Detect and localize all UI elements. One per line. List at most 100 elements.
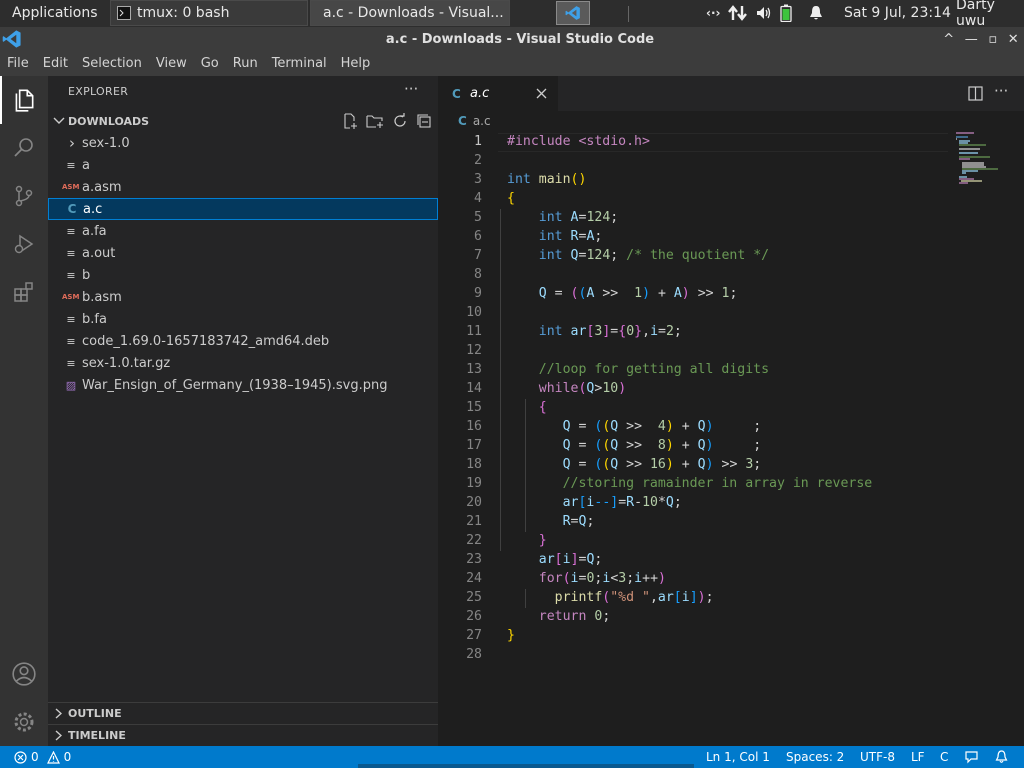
minimize-button[interactable]: — (965, 32, 978, 47)
menu-go[interactable]: Go (194, 56, 226, 71)
code-token: } (634, 324, 643, 339)
code-line[interactable]: Q = ((Q >> 8) + Q) ; (507, 438, 762, 453)
encoding[interactable]: UTF-8 (860, 746, 895, 768)
explorer-activity-button[interactable] (0, 76, 48, 124)
clock[interactable]: Sat 9 Jul, 23:14 (844, 0, 951, 26)
user-menu[interactable]: Darty uwu (956, 0, 1024, 29)
taskbar-window-vscode[interactable]: a.c - Downloads - Visual... (310, 0, 510, 26)
menu-view[interactable]: View (149, 56, 194, 71)
indentation[interactable]: Spaces: 2 (786, 746, 844, 768)
new-file-icon[interactable] (342, 113, 358, 129)
menu-selection[interactable]: Selection (75, 56, 149, 71)
cursor-position[interactable]: Ln 1, Col 1 (706, 746, 770, 768)
menu-terminal[interactable]: Terminal (265, 56, 334, 71)
network-updown-icon[interactable] (728, 5, 748, 21)
code-line[interactable]: #include <stdio.h> (507, 134, 650, 149)
menu-run[interactable]: Run (226, 56, 265, 71)
source-control-activity-button[interactable] (0, 172, 48, 220)
code-line[interactable]: int A=124; (507, 210, 618, 225)
code-line[interactable]: return 0; (507, 609, 611, 624)
menu-edit[interactable]: Edit (36, 56, 75, 71)
tree-item-file[interactable]: ≡ code_1.69.0-1657183742_amd64.deb (48, 330, 438, 352)
code-line[interactable]: //loop for getting all digits (507, 362, 769, 377)
code-line[interactable]: for(i=0;i<3;i++) (507, 571, 666, 586)
network-arrows-icon[interactable]: ‹·› (706, 6, 720, 20)
code-area[interactable]: 1 #include <stdio.h> 2 3 int main() 4{5 int A… (438, 133, 958, 743)
run-debug-activity-button[interactable] (0, 220, 48, 268)
outline-section-header[interactable]: OUTLINE (48, 702, 438, 724)
timeline-section-header[interactable]: TIMELINE (48, 724, 438, 746)
tree-item-file[interactable]: ≡ b (48, 264, 438, 286)
tree-item-file[interactable]: ASM a.asm (48, 176, 438, 198)
code-line[interactable]: Q = ((A >> 1) + A) >> 1; (507, 286, 738, 301)
tree-item-file[interactable]: ≡ a.out (48, 242, 438, 264)
code-token: ; (705, 590, 714, 605)
problems-indicator[interactable]: 0 0 (14, 746, 71, 768)
code-line[interactable]: //storing ramainder in array in reverse (507, 476, 873, 491)
menu-file[interactable]: File (0, 56, 36, 71)
code-line[interactable]: ar[i--]=R-10*Q; (507, 495, 682, 510)
code-editor[interactable]: C a.c 1 #include <stdio.h> 2 3 int main() 4{5… (438, 111, 1024, 746)
notifications-bell-icon[interactable] (995, 750, 1008, 764)
tree-item-file[interactable]: ASM b.asm (48, 286, 438, 308)
accounts-activity-button[interactable] (0, 650, 48, 698)
collapse-all-icon[interactable] (416, 113, 432, 129)
keep-above-button[interactable]: ^ (943, 32, 954, 47)
taskbar-window-tmux[interactable]: tmux: 0 bash (110, 0, 308, 26)
minimap[interactable] (954, 131, 1008, 191)
battery-icon[interactable] (780, 4, 793, 22)
window-titlebar[interactable]: a.c - Downloads - Visual Studio Code ^ —… (0, 27, 1024, 51)
code-line[interactable]: int main() (507, 172, 586, 187)
close-tab-icon[interactable] (536, 88, 547, 99)
tree-item-file[interactable]: ≡ a.fa (48, 220, 438, 242)
feedback-icon[interactable] (964, 750, 979, 764)
code-token: >> (713, 457, 746, 472)
code-line[interactable]: while(Q>10) (507, 381, 626, 396)
applications-menu[interactable]: Applications ⋮ (0, 0, 108, 26)
tree-item-file[interactable]: ≡ sex-1.0.tar.gz (48, 352, 438, 374)
code-line[interactable]: } (507, 628, 515, 643)
explorer-more-actions-button[interactable]: ··· (404, 80, 418, 98)
line-number: 19 (466, 476, 482, 491)
language-mode[interactable]: C (940, 746, 948, 768)
notifications-bell-icon[interactable] (808, 5, 824, 21)
tree-item-file[interactable]: ▨ War_Ensign_of_Germany_(1938–1945).svg.… (48, 374, 438, 396)
horizontal-scrollbar[interactable] (358, 764, 694, 768)
code-line[interactable]: { (507, 400, 547, 415)
maximize-button[interactable]: ▫ (988, 32, 997, 47)
tree-item-file-selected[interactable]: C a.c (48, 198, 438, 220)
code-line[interactable]: ar[i]=Q; (507, 552, 603, 567)
tree-item-folder[interactable]: › sex-1.0 (48, 132, 438, 154)
search-activity-button[interactable] (0, 124, 48, 172)
tree-item-file[interactable]: ≡ b.fa (48, 308, 438, 330)
folder-header-downloads[interactable]: DOWNLOADS (48, 110, 438, 132)
code-line[interactable]: Q = ((Q >> 4) + Q) ; (507, 419, 762, 434)
close-window-button[interactable]: ✕ (1008, 32, 1019, 47)
code-line[interactable]: R=Q; (507, 514, 595, 529)
code-line[interactable]: int R=A; (507, 229, 603, 244)
code-token: ar (562, 495, 579, 510)
manage-activity-button[interactable] (0, 698, 48, 746)
tree-item-file[interactable]: ≡ a (48, 154, 438, 176)
editor-more-actions-button[interactable]: ··· (994, 82, 1008, 100)
code-line[interactable]: int Q=124; /* the quotient */ (507, 248, 769, 263)
code-line[interactable]: Q = ((Q >> 16) + Q) >> 3; (507, 457, 762, 472)
extensions-activity-button[interactable] (0, 268, 48, 316)
code-line[interactable]: int ar[3]={0},i=2; (507, 324, 682, 339)
code-line[interactable]: printf("%d ",ar[i]); (507, 590, 714, 605)
menu-help[interactable]: Help (334, 56, 378, 71)
volume-icon[interactable] (756, 5, 772, 21)
end-of-line[interactable]: LF (911, 746, 925, 768)
code-token: int (507, 172, 531, 187)
code-line[interactable]: { (507, 191, 515, 206)
tab-a-c[interactable]: C a.c (438, 76, 558, 111)
breadcrumb-file[interactable]: a.c (473, 114, 491, 128)
refresh-icon[interactable] (392, 113, 408, 129)
taskbar-divider (628, 6, 629, 22)
code-token: () (570, 172, 587, 187)
workspace-switcher[interactable] (556, 1, 590, 25)
code-line[interactable]: } (507, 533, 547, 548)
new-folder-icon[interactable] (366, 113, 384, 129)
split-editor-icon[interactable] (968, 86, 983, 101)
